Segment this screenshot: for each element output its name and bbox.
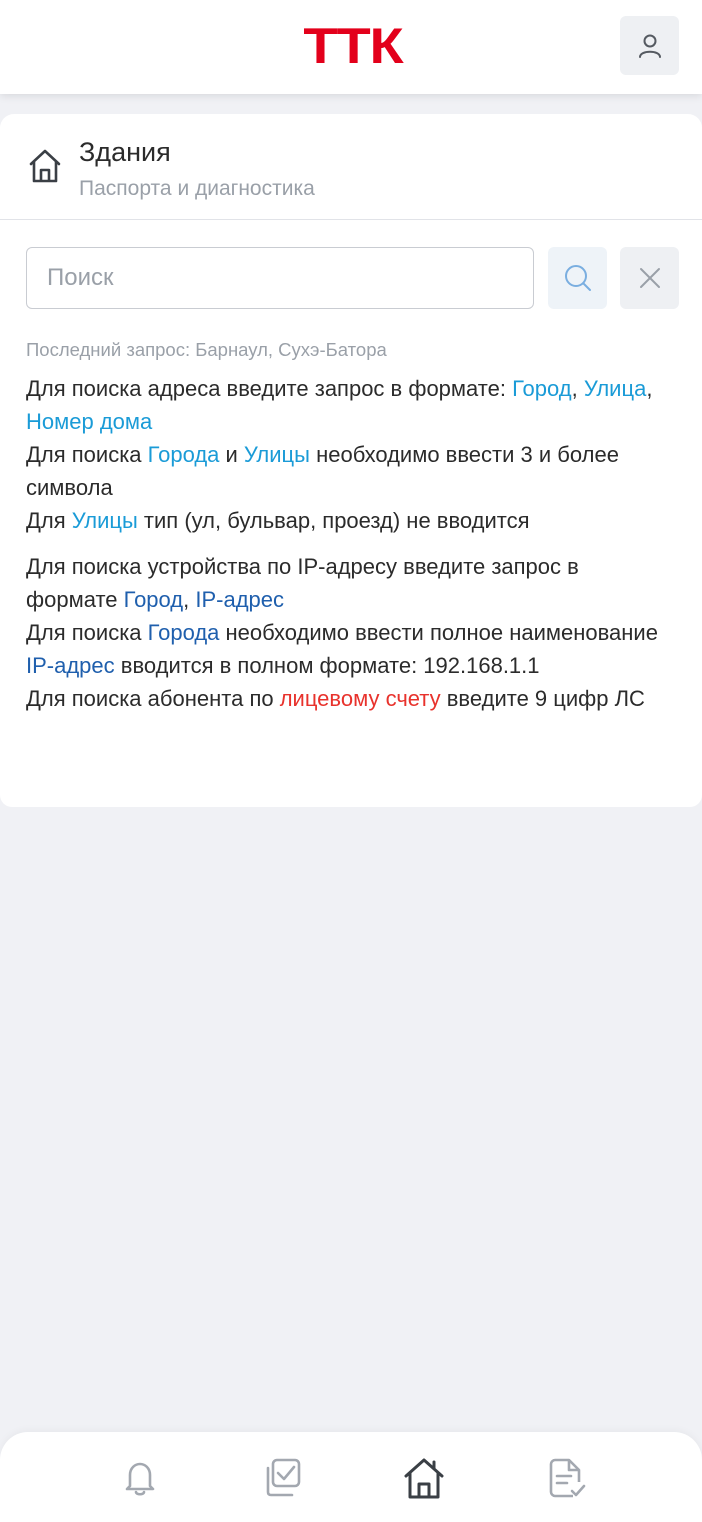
nav-reports[interactable] — [538, 1450, 594, 1506]
search-button[interactable] — [548, 247, 607, 309]
hint-house-link: Номер дома — [26, 409, 153, 434]
page-title: Здания — [79, 137, 171, 167]
search-hints: Для поиска адреса введите запрос в форма… — [26, 372, 676, 715]
top-bar: ТТК — [0, 0, 702, 94]
home-icon — [29, 149, 61, 183]
clear-button[interactable] — [620, 247, 679, 309]
bottom-nav — [0, 1432, 702, 1522]
search-input[interactable] — [26, 247, 534, 309]
nav-notifications[interactable] — [112, 1450, 168, 1506]
hint-min-symbols: Для поиска Города и Улицы необходимо вве… — [26, 442, 619, 500]
profile-button[interactable] — [620, 16, 679, 75]
bell-icon — [125, 1462, 155, 1496]
page-header: Здания Паспорта и диагностика — [0, 114, 702, 220]
hint-address-format: Для поиска адреса введите запрос в форма… — [26, 376, 653, 434]
last-query: Последний запрос: Барнаул, Сухэ-Батора — [26, 339, 387, 360]
page-subtitle: Паспорта и диагностика — [79, 177, 315, 200]
user-icon — [638, 34, 661, 58]
buildings-card: Здания Паспорта и диагностика Последний … — [0, 114, 702, 807]
hint-ip-search: Для поиска устройства по IP-адресу введи… — [26, 554, 579, 612]
hint-street-type: Для Улицы тип (ул, бульвар, проезд) не в… — [26, 508, 530, 533]
search-icon — [564, 265, 591, 291]
document-check-icon — [549, 1458, 586, 1498]
nav-tasks[interactable] — [254, 1450, 310, 1506]
home-icon — [404, 1458, 444, 1499]
close-icon — [639, 268, 660, 288]
tasks-icon — [266, 1458, 301, 1497]
hint-full-city-name: Для поиска Города необходимо ввести полн… — [26, 620, 658, 645]
hint-ip-format: IP-адрес вводится в полном формате: 192.… — [26, 653, 540, 678]
ttk-logo[interactable]: ТТК — [276, 21, 431, 71]
hint-account-search: Для поиска абонента по лицевому счету вв… — [26, 686, 645, 711]
hint-street-link: Улица — [583, 376, 647, 401]
nav-buildings[interactable] — [396, 1450, 452, 1506]
hint-city-link: Город — [512, 376, 572, 401]
